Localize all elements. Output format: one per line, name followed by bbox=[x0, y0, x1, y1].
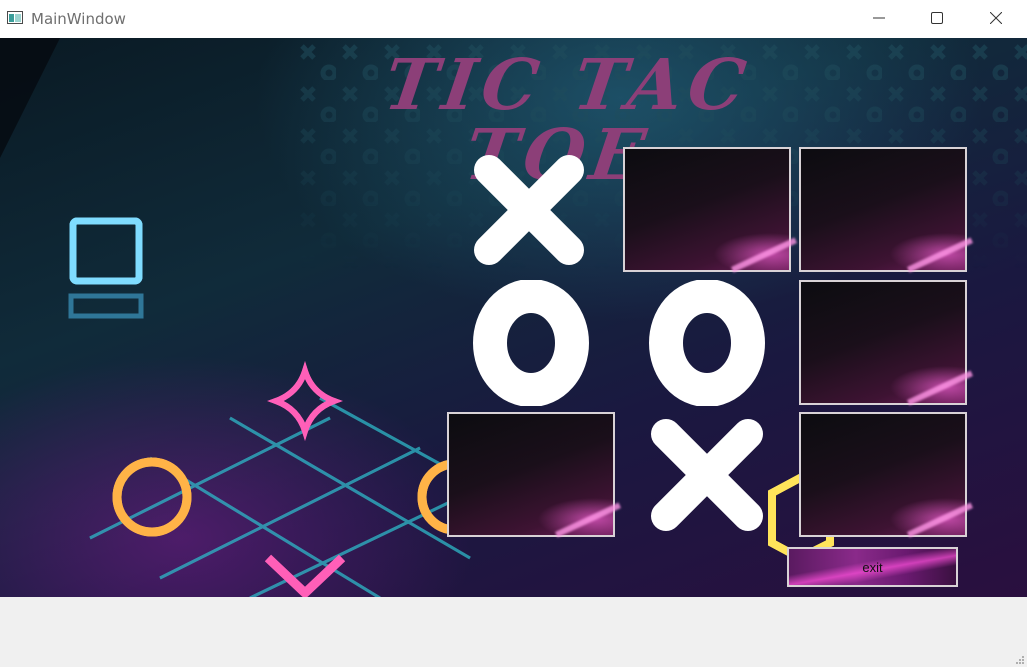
window-title: MainWindow bbox=[31, 10, 126, 28]
o-mark-icon bbox=[649, 280, 765, 406]
x-mark-icon bbox=[651, 419, 763, 531]
status-bar bbox=[0, 597, 1027, 667]
o-mark-icon bbox=[473, 280, 589, 406]
game-scene: TIC TAC TOE exit bbox=[0, 38, 1027, 597]
app-icon bbox=[7, 11, 23, 24]
exit-button[interactable]: exit bbox=[787, 547, 958, 587]
board-cell-2-2[interactable] bbox=[645, 280, 770, 406]
size-grip-icon[interactable] bbox=[1015, 655, 1025, 665]
close-icon bbox=[990, 12, 1002, 24]
board-cell-2-1[interactable] bbox=[470, 280, 592, 406]
board-cell-3-3[interactable] bbox=[799, 412, 967, 537]
maximize-icon bbox=[931, 12, 943, 24]
board-cell-3-1[interactable] bbox=[447, 412, 615, 537]
minimize-button[interactable] bbox=[850, 0, 908, 36]
board-cell-3-2[interactable] bbox=[640, 410, 775, 540]
board-cell-2-3[interactable] bbox=[799, 280, 967, 405]
x-mark-icon bbox=[474, 155, 584, 265]
close-button[interactable] bbox=[967, 0, 1025, 36]
neon-square-icon bbox=[68, 217, 144, 319]
minimize-icon bbox=[873, 17, 885, 19]
neon-chevron-icon bbox=[264, 554, 346, 597]
maximize-button[interactable] bbox=[908, 0, 966, 36]
board-cell-1-1[interactable] bbox=[465, 146, 600, 273]
board-cell-1-2[interactable] bbox=[623, 147, 791, 272]
board-cell-1-3[interactable] bbox=[799, 147, 967, 272]
window-title-bar: MainWindow bbox=[0, 0, 1027, 39]
